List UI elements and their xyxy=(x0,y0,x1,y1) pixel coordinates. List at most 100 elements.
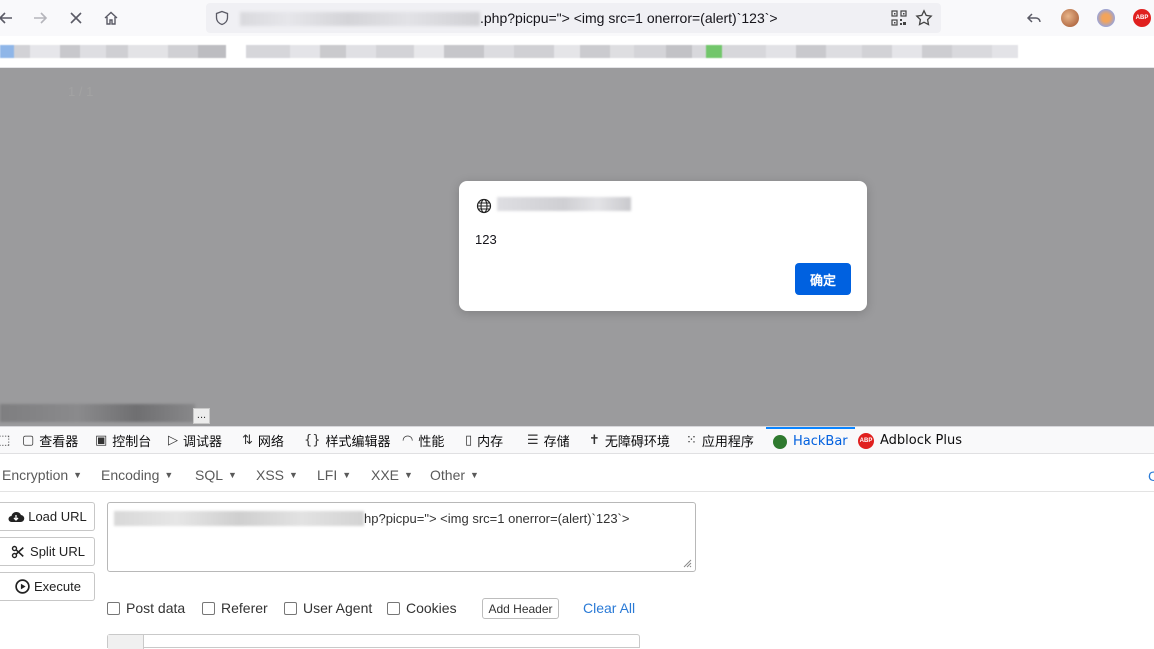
checkbox-box[interactable] xyxy=(387,601,400,615)
stop-loading-icon[interactable] xyxy=(64,6,88,30)
play-circle-icon xyxy=(13,579,31,595)
menu-overflow-edge[interactable]: C xyxy=(1148,468,1154,484)
home-icon[interactable] xyxy=(99,6,123,30)
checkbox-label: Referer xyxy=(221,600,268,616)
caret-down-icon: ▼ xyxy=(164,470,174,480)
menu-xss[interactable]: XSS ▼ xyxy=(256,467,298,483)
style-editor-icon: {} xyxy=(304,433,321,448)
qr-code-icon[interactable] xyxy=(891,10,907,26)
resize-grip-icon[interactable] xyxy=(682,558,692,568)
post-data-checkbox[interactable]: Post data xyxy=(107,600,185,616)
page-redacted-text xyxy=(0,404,195,422)
bookmarks-bar xyxy=(0,36,1154,68)
user-agent-checkbox[interactable]: User Agent xyxy=(284,600,372,616)
back-icon[interactable] xyxy=(0,6,18,30)
ellipsis-button[interactable]: ... xyxy=(193,408,210,424)
tab-label: 性能 xyxy=(418,435,445,450)
split-url-button[interactable]: Split URL xyxy=(0,537,95,566)
tab-accessibility[interactable]: ✝ 无障碍环境 xyxy=(589,427,670,454)
tab-storage[interactable]: ☰ 存储 xyxy=(527,427,570,454)
caret-down-icon: ▼ xyxy=(404,470,413,480)
checkbox-box[interactable] xyxy=(284,601,297,615)
caret-down-icon: ▼ xyxy=(342,470,352,480)
tab-memory[interactable]: ▯ 内存 xyxy=(465,427,503,454)
hackbar-url-textarea[interactable]: hp?picpu="> <img src=1 onerror=(alert)`1… xyxy=(107,502,696,572)
button-label: Execute xyxy=(34,579,81,594)
button-label: Split URL xyxy=(30,544,85,559)
memory-icon: ▯ xyxy=(465,433,473,448)
tab-adblock-plus[interactable]: ABP Adblock Plus xyxy=(858,427,962,454)
menu-label: Encoding xyxy=(101,467,160,483)
tab-hackbar[interactable]: HackBar xyxy=(766,427,855,454)
caret-down-icon: ▼ xyxy=(289,470,298,480)
execute-button[interactable]: Execute xyxy=(0,572,95,601)
tab-label: 样式编辑器 xyxy=(325,435,391,450)
inspector-icon: ▢ xyxy=(22,433,35,448)
tab-network[interactable]: ⇅ 网络 xyxy=(242,427,284,454)
menu-lfi[interactable]: LFI ▼ xyxy=(317,467,351,483)
accessibility-icon: ✝ xyxy=(589,433,600,448)
tab-console[interactable]: ▣ 控制台 xyxy=(95,427,151,454)
tab-style-editor[interactable]: {} 样式编辑器 xyxy=(304,427,391,454)
debugger-icon: ▷ xyxy=(168,433,178,448)
checkbox-label: Cookies xyxy=(406,600,457,616)
hackbar-menu-bar: Encryption ▼ Encoding ▼ SQL ▼ XSS ▼ LFI ▼ XXE… xyxy=(0,454,1154,492)
checkbox-box[interactable] xyxy=(107,601,120,615)
add-header-button[interactable]: Add Header xyxy=(482,598,559,619)
undo-icon[interactable] xyxy=(1022,6,1046,30)
hackbar-url-text[interactable]: hp?picpu="> <img src=1 onerror=(alert)`1… xyxy=(364,511,629,526)
tab-picker[interactable]: ⬚ xyxy=(0,427,15,454)
menu-other[interactable]: Other ▼ xyxy=(430,467,479,483)
caret-down-icon: ▼ xyxy=(470,470,479,480)
caret-down-icon: ▼ xyxy=(228,470,237,480)
extension-color-icon[interactable] xyxy=(1097,9,1115,27)
menu-encoding[interactable]: Encoding ▼ xyxy=(101,467,173,483)
application-icon: ⁙ xyxy=(686,433,697,448)
browser-toolbar: .php?picpu="> <img src=1 onerror=(alert)… xyxy=(0,0,1154,36)
url-bar[interactable]: .php?picpu="> <img src=1 onerror=(alert)… xyxy=(206,3,941,33)
tab-label: 内存 xyxy=(477,435,504,450)
menu-label: Other xyxy=(430,467,466,483)
shield-icon[interactable] xyxy=(214,10,230,26)
menu-label: XSS xyxy=(256,467,285,483)
tab-label: 存储 xyxy=(543,435,570,450)
menu-sql[interactable]: SQL ▼ xyxy=(195,467,237,483)
tab-application[interactable]: ⁙ 应用程序 xyxy=(686,427,754,454)
tab-debugger[interactable]: ▷ 调试器 xyxy=(168,427,222,454)
tab-label: 网络 xyxy=(257,435,284,450)
menu-label: LFI xyxy=(317,467,338,483)
adblock-plus-icon[interactable]: ABP xyxy=(1133,9,1151,27)
tab-label: 调试器 xyxy=(183,435,223,450)
storage-icon: ☰ xyxy=(527,433,539,448)
clear-all-link[interactable]: Clear All xyxy=(583,600,635,616)
tab-label: 无障碍环境 xyxy=(604,435,670,450)
element-picker-icon[interactable]: ⬚ xyxy=(0,433,10,448)
hackbar-icon xyxy=(773,434,787,449)
url-text[interactable]: .php?picpu="> <img src=1 onerror=(alert)… xyxy=(480,10,778,26)
tab-label: 应用程序 xyxy=(701,435,754,450)
checkbox-box[interactable] xyxy=(202,601,215,615)
forward-icon[interactable] xyxy=(28,6,52,30)
cookies-checkbox[interactable]: Cookies xyxy=(387,600,457,616)
bookmark-star-icon[interactable] xyxy=(915,9,933,27)
extension-avatar-icon[interactable] xyxy=(1061,9,1079,27)
tab-label: Adblock Plus xyxy=(880,433,963,448)
tab-performance[interactable]: ◠ 性能 xyxy=(402,427,444,454)
menu-label: SQL xyxy=(195,467,224,483)
bookmarks-redacted xyxy=(0,45,1154,58)
referer-checkbox[interactable]: Referer xyxy=(202,600,268,616)
menu-encryption[interactable]: Encryption ▼ xyxy=(2,467,82,483)
cloud-download-icon xyxy=(7,509,25,525)
tab-label: 查看器 xyxy=(39,435,79,450)
pager-text: 1 / 1 xyxy=(68,84,94,99)
tab-inspector[interactable]: ▢ 查看器 xyxy=(22,427,78,454)
alert-dialog: 123 确定 xyxy=(459,181,867,311)
load-url-button[interactable]: Load URL xyxy=(0,502,95,531)
dialog-origin-redacted xyxy=(497,197,631,211)
console-icon: ▣ xyxy=(95,433,108,448)
menu-xxe[interactable]: XXE ▼ xyxy=(371,467,413,483)
checkbox-label: User Agent xyxy=(303,600,373,616)
globe-icon xyxy=(476,198,492,214)
ok-button[interactable]: 确定 xyxy=(795,263,851,295)
header-input-row[interactable] xyxy=(107,634,640,649)
